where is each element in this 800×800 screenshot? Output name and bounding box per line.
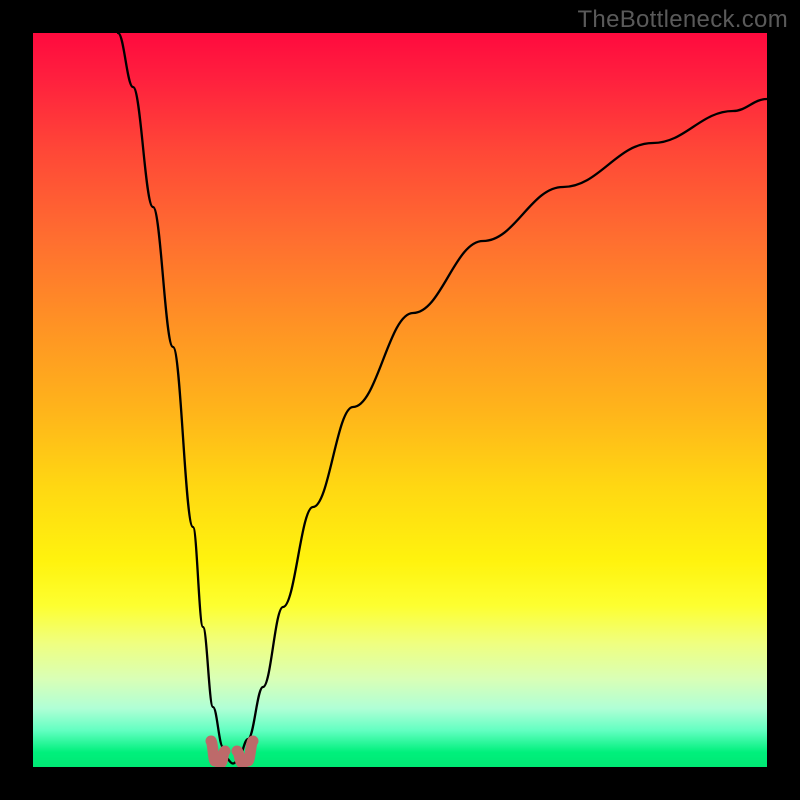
plot-area [33,33,767,767]
bottleneck-curve [33,33,767,767]
trough-marker-left [211,741,225,763]
chart-frame: TheBottleneck.com [0,0,800,800]
watermark-text: TheBottleneck.com [577,6,788,34]
curve-path [118,33,767,764]
